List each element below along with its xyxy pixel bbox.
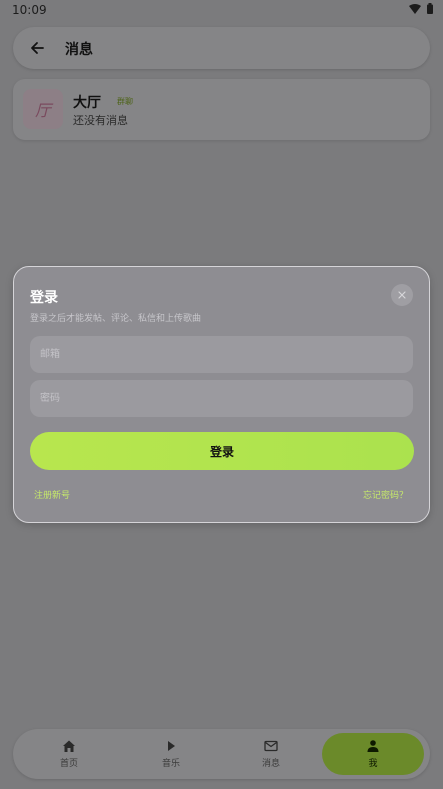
login-dialog: 登录 登录之后才能发帖、评论、私信和上传歌曲 登录 注册新号 忘记密码？	[13, 266, 430, 523]
password-field[interactable]	[30, 380, 413, 417]
status-icons	[409, 3, 433, 14]
person-icon	[367, 740, 379, 752]
forgot-password-link[interactable]: 忘记密码？	[363, 488, 408, 501]
register-link[interactable]: 注册新号	[34, 488, 70, 501]
dialog-subtitle: 登录之后才能发帖、评论、私信和上传歌曲	[30, 314, 202, 324]
top-app-bar: 消息	[13, 27, 430, 69]
close-icon	[398, 291, 406, 299]
last-message: 还没有消息	[73, 114, 128, 127]
back-arrow-icon[interactable]	[27, 38, 47, 58]
nav-label-messages: 消息	[261, 759, 280, 769]
status-time: 10:09	[12, 3, 47, 17]
nav-label-music: 音乐	[161, 759, 180, 769]
chat-room-card[interactable]: 厅 大厅 群聊 还没有消息	[13, 79, 430, 140]
nav-label-me: 我	[368, 759, 378, 769]
status-bar: 10:09	[0, 0, 443, 22]
room-avatar: 厅	[23, 89, 63, 129]
page-title: 消息	[65, 42, 93, 58]
mail-icon	[264, 740, 278, 752]
room-name: 大厅	[73, 95, 101, 111]
nav-item-messages[interactable]: 消息	[220, 733, 322, 775]
wifi-icon	[409, 3, 421, 14]
home-icon	[63, 740, 75, 752]
nav-label-home: 首页	[59, 759, 78, 769]
group-chat-badge: 群聊	[117, 97, 133, 106]
nav-item-music[interactable]: 音乐	[120, 733, 222, 775]
email-field[interactable]	[30, 336, 413, 373]
dialog-title: 登录	[30, 290, 58, 306]
bottom-nav: 首页 音乐 消息 我	[13, 729, 430, 779]
nav-item-home[interactable]: 首页	[18, 733, 120, 775]
nav-item-me[interactable]: 我	[322, 733, 424, 775]
login-button[interactable]: 登录	[30, 432, 414, 470]
battery-icon	[427, 3, 433, 14]
close-button[interactable]	[391, 284, 413, 306]
play-icon	[168, 741, 175, 751]
